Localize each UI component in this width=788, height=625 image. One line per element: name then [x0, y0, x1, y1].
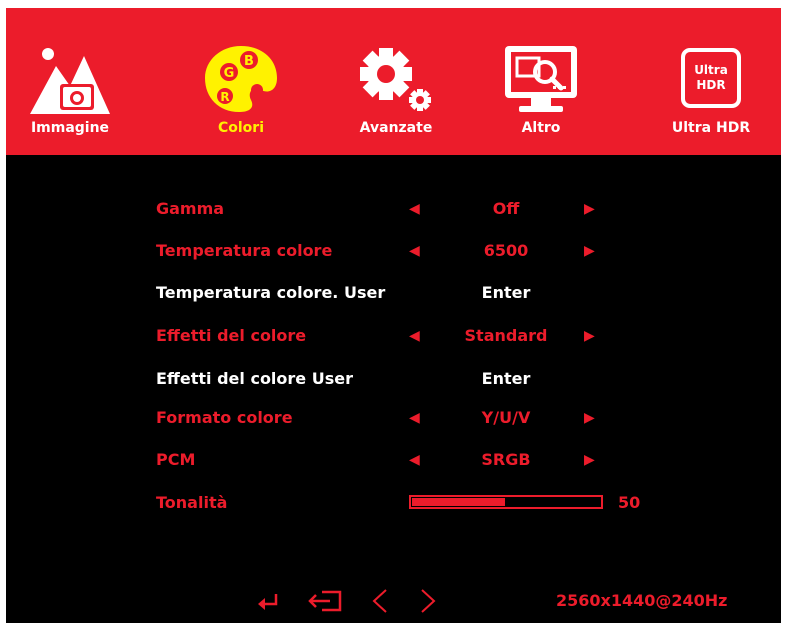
arrow-right-icon[interactable]: ▶: [584, 236, 595, 266]
setting-color-format[interactable]: Formato colore ◀ Y/U/V ▶: [6, 403, 781, 433]
tab-bar: Immagine G B R Colori Avanzate Altro Ult…: [6, 8, 781, 155]
setting-label: Effetti del colore: [156, 326, 307, 345]
osd-menu: Immagine G B R Colori Avanzate Altro Ult…: [6, 8, 781, 623]
tab-label: Immagine: [30, 120, 110, 136]
arrow-left-icon[interactable]: ◀: [409, 403, 420, 433]
setting-value: Standard: [464, 326, 548, 345]
enter-icon[interactable]: [254, 586, 282, 616]
tab-ultra-hdr[interactable]: Ultra HDR Ultra HDR: [656, 8, 766, 155]
right-icon[interactable]: [416, 586, 438, 616]
setting-color-effects-user[interactable]: Effetti del colore User Enter: [6, 364, 781, 394]
arrow-right-icon[interactable]: ▶: [584, 194, 595, 224]
monitor-search-icon: [505, 46, 577, 112]
ultra-badge-text: Ultra: [694, 63, 728, 77]
tab-label: Altro: [521, 120, 561, 136]
hdr-badge-text: HDR: [696, 78, 726, 92]
arrow-left-icon[interactable]: ◀: [409, 321, 420, 351]
gear-icon: [360, 48, 431, 111]
enter-button[interactable]: Enter: [446, 278, 566, 308]
setting-value: 6500: [483, 241, 529, 260]
ultra-hdr-icon: Ultra HDR: [681, 48, 741, 108]
arrow-left-icon[interactable]: ◀: [409, 445, 420, 475]
resolution-readout: 2560x1440@240Hz: [556, 591, 728, 610]
image-icon: [30, 48, 110, 114]
tab-label: Ultra HDR: [671, 120, 751, 136]
setting-label: Temperatura colore. User: [156, 283, 386, 302]
hue-value: 50: [618, 493, 641, 512]
hue-slider-fill: [412, 498, 505, 506]
setting-label: Gamma: [156, 199, 225, 218]
palette-letter-b: B: [244, 54, 254, 69]
palette-letter-r: R: [220, 90, 229, 104]
enter-button[interactable]: Enter: [446, 364, 566, 394]
setting-hue: Tonalità: [6, 488, 781, 518]
setting-label: Formato colore: [156, 408, 293, 427]
setting-label: PCM: [156, 450, 196, 469]
arrow-left-icon[interactable]: ◀: [409, 236, 420, 266]
setting-gamma[interactable]: Gamma ◀ Off ▶: [6, 194, 781, 224]
tab-avanzate[interactable]: Avanzate: [341, 8, 451, 155]
footer: 2560x1440@240Hz: [6, 586, 781, 616]
setting-value: SRGB: [481, 450, 531, 469]
arrow-right-icon[interactable]: ▶: [584, 321, 595, 351]
tab-label: Avanzate: [359, 120, 433, 136]
setting-label: Temperatura colore: [156, 241, 333, 260]
arrow-right-icon[interactable]: ▶: [584, 445, 595, 475]
setting-color-effects[interactable]: Effetti del colore ◀ Standard ▶: [6, 321, 781, 351]
setting-pcm[interactable]: PCM ◀ SRGB ▶: [6, 445, 781, 475]
exit-icon[interactable]: [306, 586, 346, 616]
palette-letter-g: G: [224, 66, 235, 81]
palette-icon: G B R: [205, 46, 277, 112]
arrow-right-icon[interactable]: ▶: [584, 403, 595, 433]
tab-immagine[interactable]: Immagine: [10, 8, 130, 155]
setting-color-temperature[interactable]: Temperatura colore ◀ 6500 ▶: [6, 236, 781, 266]
setting-value: Y/U/V: [481, 408, 531, 427]
tab-colori[interactable]: G B R Colori: [186, 8, 296, 155]
tab-label: Colori: [217, 120, 264, 136]
tab-altro[interactable]: Altro: [486, 8, 596, 155]
setting-value: Off: [492, 199, 520, 218]
setting-label: Tonalità: [156, 493, 228, 512]
left-icon[interactable]: [370, 586, 392, 616]
setting-label: Effetti del colore User: [156, 369, 353, 388]
setting-color-temperature-user[interactable]: Temperatura colore. User Enter: [6, 278, 781, 308]
arrow-left-icon[interactable]: ◀: [409, 194, 420, 224]
hue-slider[interactable]: [409, 495, 603, 509]
